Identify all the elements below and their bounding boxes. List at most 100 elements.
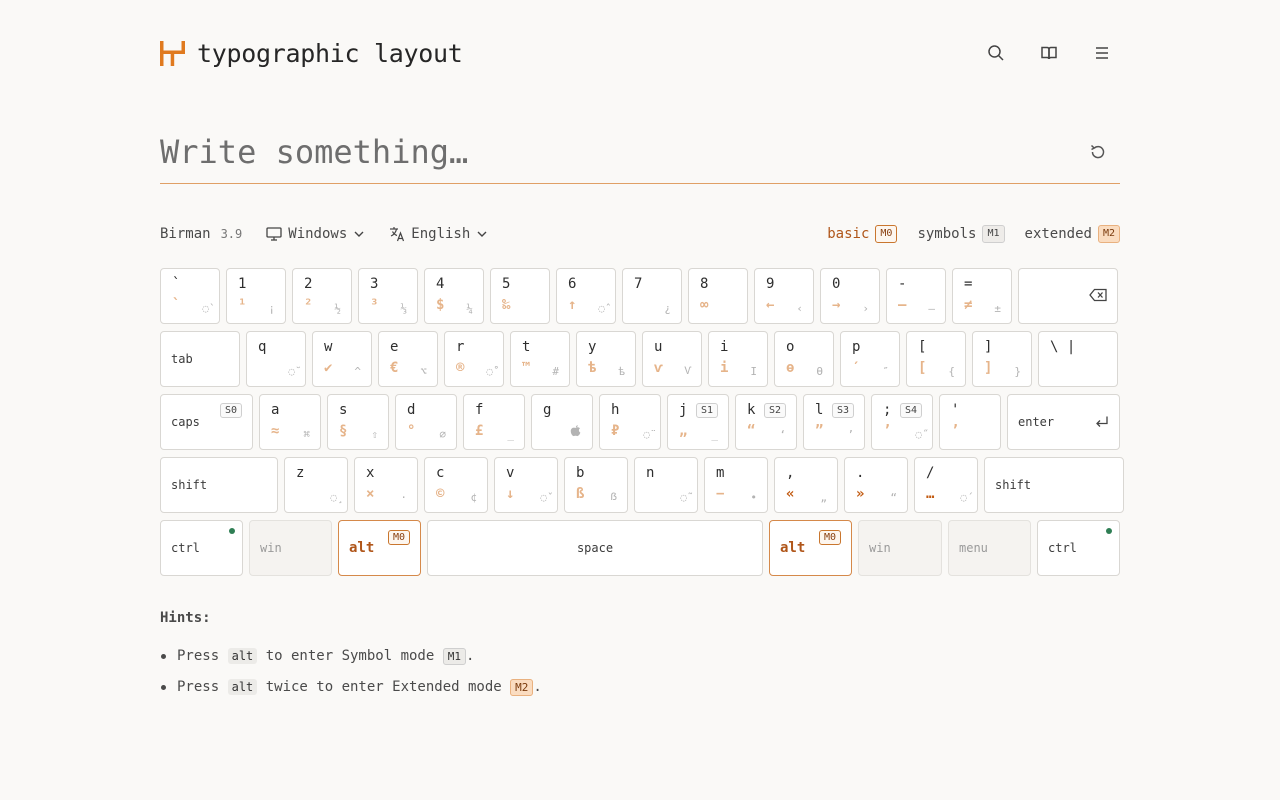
key-symbol: ≠ bbox=[964, 297, 973, 313]
key-r2-4[interactable]: t ™ # bbox=[510, 331, 570, 387]
key-symbol-alt: ″ bbox=[882, 365, 889, 378]
key-label: i bbox=[720, 339, 729, 355]
key-shift-left[interactable]: shift bbox=[160, 457, 278, 513]
key-r2-12[interactable]: \ | bbox=[1038, 331, 1118, 387]
text-input[interactable] bbox=[160, 123, 1040, 180]
key-r1-4[interactable]: 4 $ ¼ bbox=[424, 268, 484, 324]
key-symbol: ™ bbox=[522, 360, 531, 376]
key-symbol: © bbox=[436, 486, 445, 502]
key-r3-4[interactable]: g bbox=[531, 394, 593, 450]
key-r2-8[interactable]: oѳ Ѳ bbox=[774, 331, 834, 387]
key-label: p bbox=[852, 339, 861, 355]
key-label: g bbox=[543, 402, 552, 418]
key-win-right[interactable]: win bbox=[858, 520, 942, 576]
key-r4-8[interactable]: . » “ bbox=[844, 457, 908, 513]
mode-basic[interactable]: basic M0 bbox=[827, 225, 898, 243]
mode-symbols[interactable]: symbols M1 bbox=[917, 225, 1005, 243]
key-r4-3[interactable]: v ↓ ◌̌ bbox=[494, 457, 558, 513]
key-label: h bbox=[611, 402, 620, 418]
layout-selector[interactable]: Birman 3.9 bbox=[160, 226, 242, 242]
key-symbol: ≈ bbox=[271, 423, 280, 439]
key-alt-left[interactable]: alt M0 bbox=[338, 520, 421, 576]
key-r3-1[interactable]: s § ⇧ bbox=[327, 394, 389, 450]
layout-name: Birman bbox=[160, 226, 211, 242]
key-r1-7[interactable]: 7 ¿ bbox=[622, 268, 682, 324]
key-symbol-alt: ◌̀ bbox=[202, 302, 209, 315]
mode-badge: M0 bbox=[818, 530, 841, 545]
keyboard: ` ` ◌̀ 1 ¹ ¡ 2 ² ½ 3 ³ ⅓ 4 $ ¼ 5 ‰ 6 ↑ ◌̂ 7 ¿ 8 ∞ 9 ← ‹ 0 → › - — – = ≠ ± t… bbox=[160, 268, 1124, 583]
key-r2-0[interactable]: q ◌̆ bbox=[246, 331, 306, 387]
brand[interactable]: typographic layout bbox=[160, 39, 463, 68]
key-r4-0[interactable]: z ◌̧ bbox=[284, 457, 348, 513]
book-icon[interactable] bbox=[1036, 40, 1062, 66]
key-r4-1[interactable]: x × · bbox=[354, 457, 418, 513]
key-r4-9[interactable]: / … ◌́ bbox=[914, 457, 978, 513]
key-r3-0[interactable]: a ≈ ⌘ bbox=[259, 394, 321, 450]
key-r2-2[interactable]: e € ⌥ bbox=[378, 331, 438, 387]
menu-icon[interactable] bbox=[1089, 40, 1115, 66]
key-r3-3[interactable]: f £ _ bbox=[463, 394, 525, 450]
key-r3-6[interactable]: j „ _ S1 bbox=[667, 394, 729, 450]
key-r2-11[interactable]: ]]} bbox=[972, 331, 1032, 387]
key-r1-6[interactable]: 6 ↑ ◌̂ bbox=[556, 268, 616, 324]
key-backspace[interactable] bbox=[1018, 268, 1118, 324]
key-r2-10[interactable]: [[{ bbox=[906, 331, 966, 387]
key-symbol: $ bbox=[436, 297, 445, 313]
enter-icon bbox=[1095, 413, 1109, 432]
key-r3-8[interactable]: l ” ’ S3 bbox=[803, 394, 865, 450]
key-symbol-alt: ◌̆ bbox=[288, 365, 295, 378]
key-r1-11[interactable]: - — – bbox=[886, 268, 946, 324]
key-r2-9[interactable]: p ′ ″ bbox=[840, 331, 900, 387]
key-symbol-alt: } bbox=[1014, 365, 1021, 378]
search-icon[interactable] bbox=[983, 40, 1009, 66]
key-win-left[interactable]: win bbox=[249, 520, 332, 576]
key-r1-5[interactable]: 5 ‰ bbox=[490, 268, 550, 324]
key-caps[interactable]: caps S0 bbox=[160, 394, 253, 450]
key-r1-10[interactable]: 0 → › bbox=[820, 268, 880, 324]
key-r1-12[interactable]: = ≠ ± bbox=[952, 268, 1012, 324]
key-label: a bbox=[271, 402, 280, 418]
key-ctrl-left[interactable]: ctrl bbox=[160, 520, 243, 576]
toolbar: Birman 3.9 Windows English basic M0 symb… bbox=[160, 222, 1120, 246]
key-label: . bbox=[856, 465, 865, 481]
key-r2-5[interactable]: yѣѣ bbox=[576, 331, 636, 387]
key-r3-5[interactable]: h ₽ ◌̈ bbox=[599, 394, 661, 450]
mode-extended[interactable]: extended M2 bbox=[1025, 225, 1120, 243]
key-tab[interactable]: tab bbox=[160, 331, 240, 387]
key-r2-7[interactable]: iі І bbox=[708, 331, 768, 387]
key-ctrl-right[interactable]: ctrl bbox=[1037, 520, 1120, 576]
key-r4-7[interactable]: , « „ bbox=[774, 457, 838, 513]
reset-icon[interactable] bbox=[1086, 140, 1110, 164]
key-r1-0[interactable]: ` ` ◌̀ bbox=[160, 268, 220, 324]
key-label: n bbox=[646, 465, 655, 481]
active-indicator bbox=[1106, 528, 1112, 534]
key-r4-5[interactable]: n ◌̃ bbox=[634, 457, 698, 513]
key-r3-10[interactable]: '’ bbox=[939, 394, 1001, 450]
key-alt-right[interactable]: alt M0 bbox=[769, 520, 852, 576]
key-shift-right[interactable]: shift bbox=[984, 457, 1124, 513]
key-r2-1[interactable]: w ✔ ^ bbox=[312, 331, 372, 387]
key-r4-4[interactable]: bß ẞ bbox=[564, 457, 628, 513]
language-selector[interactable]: English bbox=[389, 226, 488, 242]
key-label: 7 bbox=[634, 276, 643, 292]
key-space[interactable]: space bbox=[427, 520, 763, 576]
key-r3-7[interactable]: k “ ‘ S2 bbox=[735, 394, 797, 450]
key-r2-3[interactable]: r ® ◌̊ bbox=[444, 331, 504, 387]
key-r1-2[interactable]: 2 ² ½ bbox=[292, 268, 352, 324]
key-label: q bbox=[258, 339, 267, 355]
key-enter[interactable]: enter bbox=[1007, 394, 1120, 450]
os-selector[interactable]: Windows bbox=[266, 226, 365, 242]
key-r1-8[interactable]: 8 ∞ bbox=[688, 268, 748, 324]
key-r4-6[interactable]: m − • bbox=[704, 457, 768, 513]
key-r3-9[interactable]: ; ’ ◌̋ S4 bbox=[871, 394, 933, 450]
key-r4-2[interactable]: c © ¢ bbox=[424, 457, 488, 513]
key-menu[interactable]: menu bbox=[948, 520, 1031, 576]
keyboard-row-number: ` ` ◌̀ 1 ¹ ¡ 2 ² ½ 3 ³ ⅓ 4 $ ¼ 5 ‰ 6 ↑ ◌̂ 7 ¿ 8 ∞ 9 ← ‹ 0 → › - — – = ≠ ± bbox=[160, 268, 1120, 324]
key-r1-9[interactable]: 9 ← ‹ bbox=[754, 268, 814, 324]
key-r1-1[interactable]: 1 ¹ ¡ bbox=[226, 268, 286, 324]
key-r1-3[interactable]: 3 ³ ⅓ bbox=[358, 268, 418, 324]
key-r2-6[interactable]: uѵ Ѵ bbox=[642, 331, 702, 387]
key-symbol: ѣ bbox=[588, 360, 597, 376]
key-r3-2[interactable]: d ° ⌀ bbox=[395, 394, 457, 450]
key-label: 5 bbox=[502, 276, 511, 292]
